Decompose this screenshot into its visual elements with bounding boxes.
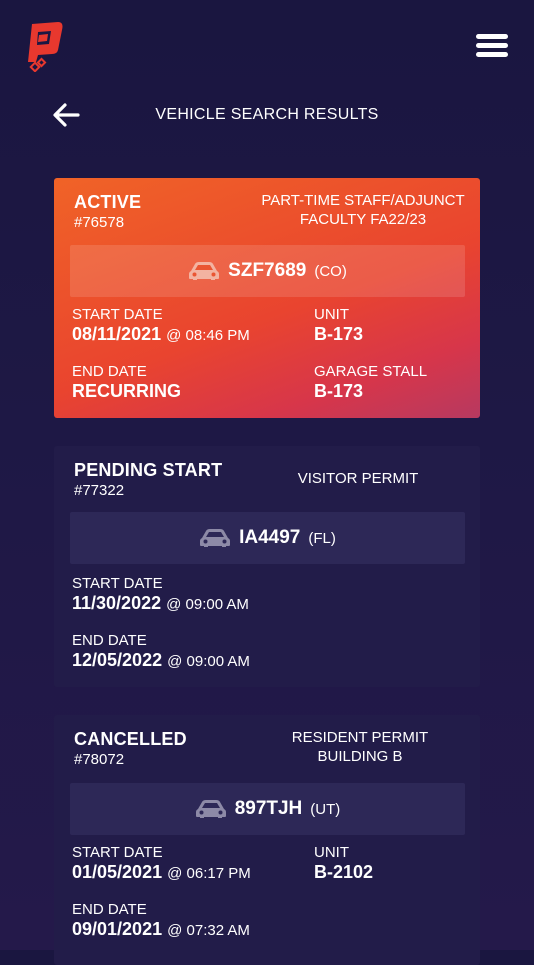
permit-card-cancelled[interactable]: CANCELLED #78072 RESIDENT PERMIT BUILDIN… (54, 715, 480, 965)
unit-value: B-173 (314, 324, 364, 344)
car-icon (200, 529, 231, 547)
license-plate: 897TJH (234, 798, 303, 819)
permit-type: RESIDENT PERMIT BUILDING B (291, 729, 429, 765)
car-icon (195, 800, 226, 818)
garage-stall-value: B-173 (314, 381, 364, 401)
hamburger-menu-icon[interactable] (476, 34, 508, 58)
vehicle-plate-box: SZF7689 (CO) (70, 245, 465, 297)
start-date-label: START DATE (72, 575, 163, 592)
plate-state: (UT) (310, 800, 341, 818)
permit-number: #78072 (74, 751, 125, 768)
start-date-value: 01/05/2021 @ 06:17 PM (72, 862, 251, 882)
permit-status: ACTIVE (74, 192, 142, 212)
top-bar (0, 0, 534, 90)
permit-number: #76578 (74, 214, 125, 231)
start-date-label: START DATE (72, 306, 163, 323)
parking-logo-icon[interactable] (24, 20, 64, 72)
plate-state: (FL) (308, 529, 336, 547)
license-plate: IA4497 (239, 527, 301, 548)
unit-label: UNIT (314, 844, 349, 861)
end-date-value: 12/05/2022 @ 09:00 AM (72, 650, 250, 670)
permit-number: #77322 (74, 482, 125, 499)
garage-stall-label: GARAGE STALL (314, 363, 428, 380)
permit-card-pending[interactable]: PENDING START #77322 VISITOR PERMIT IA44… (54, 446, 480, 687)
permit-status: CANCELLED (74, 729, 187, 749)
end-date-label: END DATE (72, 632, 147, 649)
unit-value: B-2102 (314, 862, 374, 882)
end-date-label: END DATE (72, 363, 147, 380)
vehicle-plate-box: 897TJH (UT) (70, 783, 465, 835)
start-date-value: 08/11/2021 @ 08:46 PM (72, 324, 250, 344)
page-title: VEHICLE SEARCH RESULTS (155, 106, 379, 123)
start-date-label: START DATE (72, 844, 163, 861)
start-date-value: 11/30/2022 @ 09:00 AM (72, 593, 249, 613)
end-date-value: RECURRING (72, 381, 182, 401)
plate-state: (CO) (314, 262, 347, 280)
end-date-value: 09/01/2021 @ 07:32 AM (72, 919, 250, 939)
unit-label: UNIT (314, 306, 349, 323)
license-plate: SZF7689 (228, 260, 307, 281)
permit-card-active[interactable]: ACTIVE #76578 PART-TIME STAFF/ADJUNCT FA… (54, 178, 480, 418)
permit-type: VISITOR PERMIT (297, 470, 419, 487)
car-icon (189, 262, 220, 280)
permit-type: PART-TIME STAFF/ADJUNCT FACULTY FA22/23 (261, 192, 465, 228)
permit-status: PENDING START (74, 460, 223, 480)
vehicle-plate-box: IA4497 (FL) (70, 512, 465, 564)
end-date-label: END DATE (72, 901, 147, 918)
